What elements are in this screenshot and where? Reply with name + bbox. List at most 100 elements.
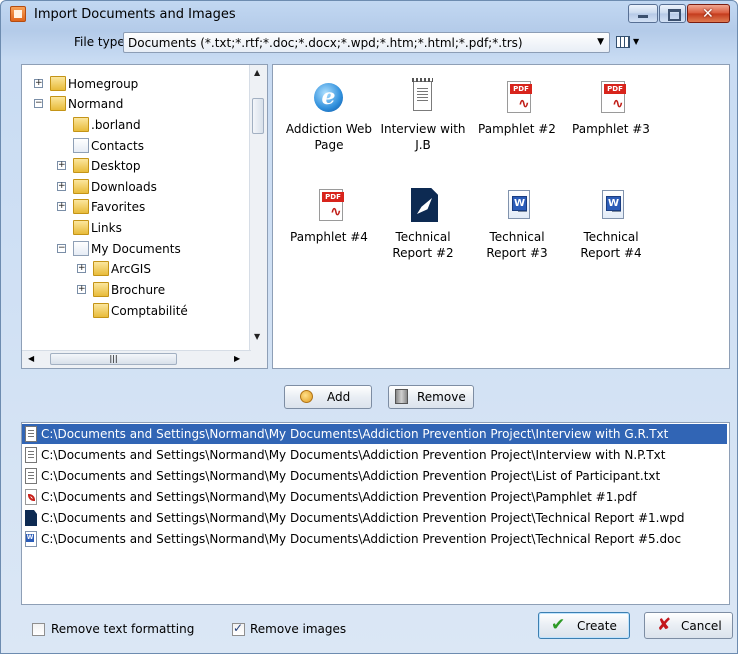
downloads-folder-icon <box>73 179 89 194</box>
minimize-icon <box>638 15 648 18</box>
expand-icon[interactable]: + <box>57 161 66 170</box>
list-item[interactable]: C:\Documents and Settings\Normand\My Doc… <box>22 487 727 507</box>
file-item[interactable]: W Technical Report #3 <box>471 187 563 261</box>
tree-item-label: Downloads <box>91 180 157 194</box>
close-icon: ✕ <box>702 6 714 22</box>
view-details-icon <box>616 36 630 48</box>
list-item-path: C:\Documents and Settings\Normand\My Doc… <box>41 427 669 441</box>
tree-item-label: ArcGIS <box>111 262 151 276</box>
pdf-file-icon: PDF ∿ <box>501 79 533 115</box>
homegroup-icon <box>50 76 66 91</box>
chevron-down-icon: ▼ <box>597 37 604 47</box>
minimize-button[interactable] <box>628 4 658 23</box>
expand-icon[interactable]: + <box>77 264 86 273</box>
pdf-file-icon <box>25 489 37 505</box>
file-item[interactable]: PDF ∿ Pamphlet #3 <box>565 79 657 137</box>
list-item[interactable]: C:\Documents and Settings\Normand\My Doc… <box>22 424 727 444</box>
list-item-path: C:\Documents and Settings\Normand\My Doc… <box>41 532 682 546</box>
tree-item-label: Contacts <box>91 139 144 153</box>
file-list-pane[interactable]: e Addiction Web Page Interview with J.B PDF… <box>272 64 730 369</box>
file-item-label: Interview with J.B <box>380 122 466 152</box>
maximize-icon <box>668 9 681 21</box>
pdf-file-icon: PDF ∿ <box>595 79 627 115</box>
file-item-label: Pamphlet #4 <box>290 230 368 244</box>
create-button[interactable]: ✔ Create <box>538 612 630 639</box>
list-item-path: C:\Documents and Settings\Normand\My Doc… <box>41 448 666 462</box>
contacts-folder-icon <box>73 138 89 153</box>
word-file-icon <box>25 531 37 547</box>
maximize-button[interactable] <box>659 4 686 23</box>
wpd-file-icon <box>407 187 439 223</box>
desktop-folder-icon <box>73 158 89 173</box>
file-item[interactable]: e Addiction Web Page <box>283 79 375 153</box>
expand-icon[interactable]: + <box>57 182 66 191</box>
tree-horizontal-scrollbar[interactable]: ◀ ||| ▶ <box>22 350 251 368</box>
list-item[interactable]: C:\Documents and Settings\Normand\My Doc… <box>22 508 727 528</box>
expand-icon[interactable]: + <box>77 285 86 294</box>
text-file-icon <box>25 468 37 484</box>
scroll-down-icon[interactable]: ▼ <box>254 332 260 341</box>
list-item-path: C:\Documents and Settings\Normand\My Doc… <box>41 469 661 483</box>
remove-images-checkbox[interactable] <box>232 621 245 636</box>
add-icon <box>300 390 313 403</box>
list-item[interactable]: C:\Documents and Settings\Normand\My Doc… <box>22 466 727 486</box>
import-dialog: Import Documents and Images ✕ File type:… <box>0 0 738 654</box>
file-type-dropdown[interactable]: Documents (*.txt;*.rtf;*.doc;*.docx;*.wp… <box>123 32 610 53</box>
add-button-label: Add <box>327 390 351 404</box>
folder-tree[interactable]: + Homegroup − Normand .borland Contacts + Deskt… <box>21 64 268 369</box>
scroll-up-icon[interactable]: ▲ <box>254 68 260 77</box>
view-mode-button[interactable]: ▼ <box>615 34 645 52</box>
scroll-right-icon[interactable]: ▶ <box>234 354 240 363</box>
user-folder-icon <box>50 96 66 111</box>
word-file-icon: W <box>501 187 533 223</box>
tree-item-label: .borland <box>91 118 141 132</box>
file-item-label: Pamphlet #2 <box>478 122 556 136</box>
folder-icon <box>73 117 89 132</box>
remove-button[interactable]: Remove <box>388 385 474 409</box>
remove-formatting-checkbox[interactable] <box>32 623 45 636</box>
list-item-path: C:\Documents and Settings\Normand\My Doc… <box>41 490 637 504</box>
file-item-label: Pamphlet #3 <box>572 122 650 136</box>
folder-icon <box>93 261 109 276</box>
list-item[interactable]: C:\Documents and Settings\Normand\My Doc… <box>22 529 727 549</box>
html-file-icon: e <box>313 79 345 115</box>
tree-item-label: Favorites <box>91 200 146 214</box>
trash-icon <box>395 389 408 404</box>
list-item[interactable]: C:\Documents and Settings\Normand\My Doc… <box>22 445 727 465</box>
tree-vertical-scrollbar[interactable]: ▲ ▼ <box>249 65 267 352</box>
expand-icon[interactable]: + <box>34 79 43 88</box>
cancel-button[interactable]: ✘ Cancel <box>644 612 733 639</box>
scrollbar-thumb[interactable] <box>252 98 264 134</box>
file-item-label: Addiction Web Page <box>285 122 373 152</box>
window-title: Import Documents and Images <box>34 7 236 22</box>
file-item[interactable]: PDF ∿ Pamphlet #4 <box>283 187 375 245</box>
word-file-icon: W <box>595 187 627 223</box>
chevron-down-icon: ▼ <box>633 37 640 46</box>
collapse-icon[interactable]: − <box>34 99 43 108</box>
close-button[interactable]: ✕ <box>687 4 730 23</box>
tree-item-label: Normand <box>68 97 124 111</box>
text-file-icon <box>25 426 37 442</box>
file-item[interactable]: Interview with J.B <box>377 78 469 153</box>
add-button[interactable]: Add <box>284 385 372 409</box>
file-item[interactable]: Technical Report #2 <box>377 187 469 261</box>
file-item-label: Technical Report #4 <box>580 230 642 260</box>
file-item[interactable]: W Technical Report #4 <box>565 187 657 261</box>
file-item-label: Technical Report #2 <box>392 230 454 260</box>
remove-images-label: Remove images <box>250 622 347 636</box>
selected-files-list[interactable]: C:\Documents and Settings\Normand\My Doc… <box>21 422 730 605</box>
documents-folder-icon <box>73 241 89 256</box>
expand-icon[interactable]: + <box>57 202 66 211</box>
file-item-label: Technical Report #3 <box>486 230 548 260</box>
create-button-label: Create <box>577 619 617 633</box>
text-file-icon <box>25 447 37 463</box>
import-app-icon <box>10 6 26 22</box>
list-item-path: C:\Documents and Settings\Normand\My Doc… <box>41 511 685 525</box>
scroll-left-icon[interactable]: ◀ <box>28 354 34 363</box>
wpd-file-icon <box>25 510 37 526</box>
cancel-button-label: Cancel <box>681 619 722 633</box>
file-item[interactable]: PDF ∿ Pamphlet #2 <box>471 79 563 137</box>
scrollbar-thumb[interactable]: ||| <box>50 353 177 365</box>
collapse-icon[interactable]: − <box>57 244 66 253</box>
x-cancel-icon: ✘ <box>657 615 672 635</box>
